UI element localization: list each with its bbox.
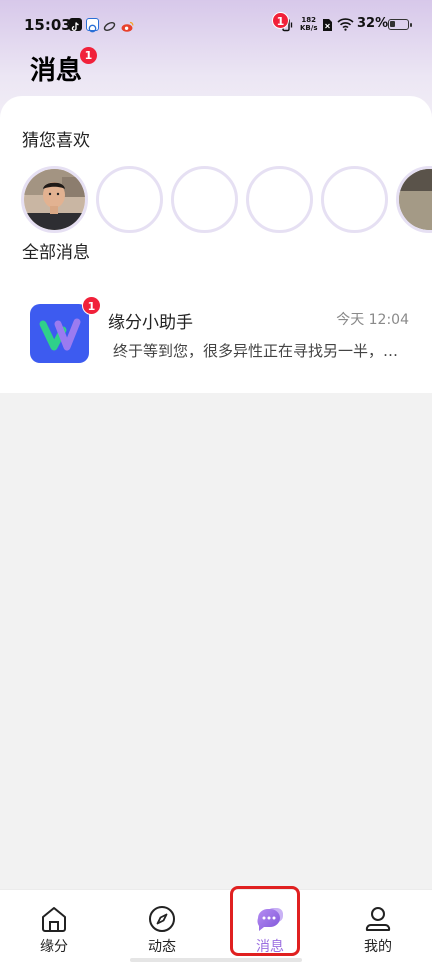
no-sim-icon <box>322 18 333 36</box>
wifi-icon <box>337 17 354 35</box>
network-speed-unit: KB/s <box>300 24 318 32</box>
all-messages-title: 全部消息 <box>22 243 90 263</box>
message-preview: 终于等到您，很多异性正在寻找另一半，快去看看吧 <box>113 342 409 360</box>
home-indicator[interactable] <box>130 958 302 962</box>
recommend-avatar-empty[interactable] <box>321 166 388 233</box>
battery-level <box>390 21 395 27</box>
screen: 15:03 182 KB/s 32% 消息 1 猜您喜欢 全部消息 1 缘分小助… <box>0 0 432 964</box>
title-unread-badge: 1 <box>80 47 97 64</box>
recommend-avatar-empty[interactable] <box>96 166 163 233</box>
battery-percent: 32% <box>357 16 389 31</box>
message-sender-name: 缘分小助手 <box>108 313 193 333</box>
message-unread-badge: 1 <box>82 296 101 315</box>
tab-mine[interactable]: 我的 <box>324 890 432 964</box>
recommend-title: 猜您喜欢 <box>22 131 90 151</box>
weibo-icon <box>121 18 134 32</box>
recommend-avatar-list[interactable] <box>0 166 432 234</box>
tiktok-icon <box>69 18 82 31</box>
tab-label: 动态 <box>148 939 176 955</box>
bottom-tab-bar: 缘分 动态 消息 我的 <box>0 889 432 964</box>
status-time: 15:03 <box>24 16 72 34</box>
tab-label: 缘分 <box>40 939 68 955</box>
recommend-avatar[interactable] <box>396 166 432 233</box>
home-icon <box>39 904 69 934</box>
recommend-avatar-empty[interactable] <box>246 166 313 233</box>
page-title: 消息 <box>30 56 83 86</box>
profile-icon <box>363 904 393 934</box>
app-notification-icon <box>86 18 99 33</box>
assistant-logo-icon <box>30 304 89 363</box>
highlight-annotation <box>230 886 300 956</box>
tab-dongtai[interactable]: 动态 <box>108 890 216 964</box>
content-card: 猜您喜欢 全部消息 1 缘分小助手 今天 12:04 终于等到您，很多异性正在寻… <box>0 96 432 393</box>
tab-label: 我的 <box>364 939 392 955</box>
battery-icon <box>388 19 412 30</box>
network-speed: 182 KB/s <box>300 16 317 32</box>
recommend-avatar[interactable] <box>21 166 88 233</box>
tab-yuanfen[interactable]: 缘分 <box>0 890 108 964</box>
message-time: 今天 12:04 <box>336 312 409 328</box>
link-app-icon <box>103 18 116 31</box>
network-speed-value: 182 <box>301 16 317 24</box>
tab-messages-badge: 1 <box>272 12 289 29</box>
compass-icon <box>147 904 177 934</box>
status-bar: 15:03 182 KB/s 32% <box>0 0 432 50</box>
message-item[interactable]: 1 缘分小助手 今天 12:04 终于等到您，很多异性正在寻找另一半，快去看看吧 <box>0 288 432 378</box>
recommend-avatar-empty[interactable] <box>171 166 238 233</box>
